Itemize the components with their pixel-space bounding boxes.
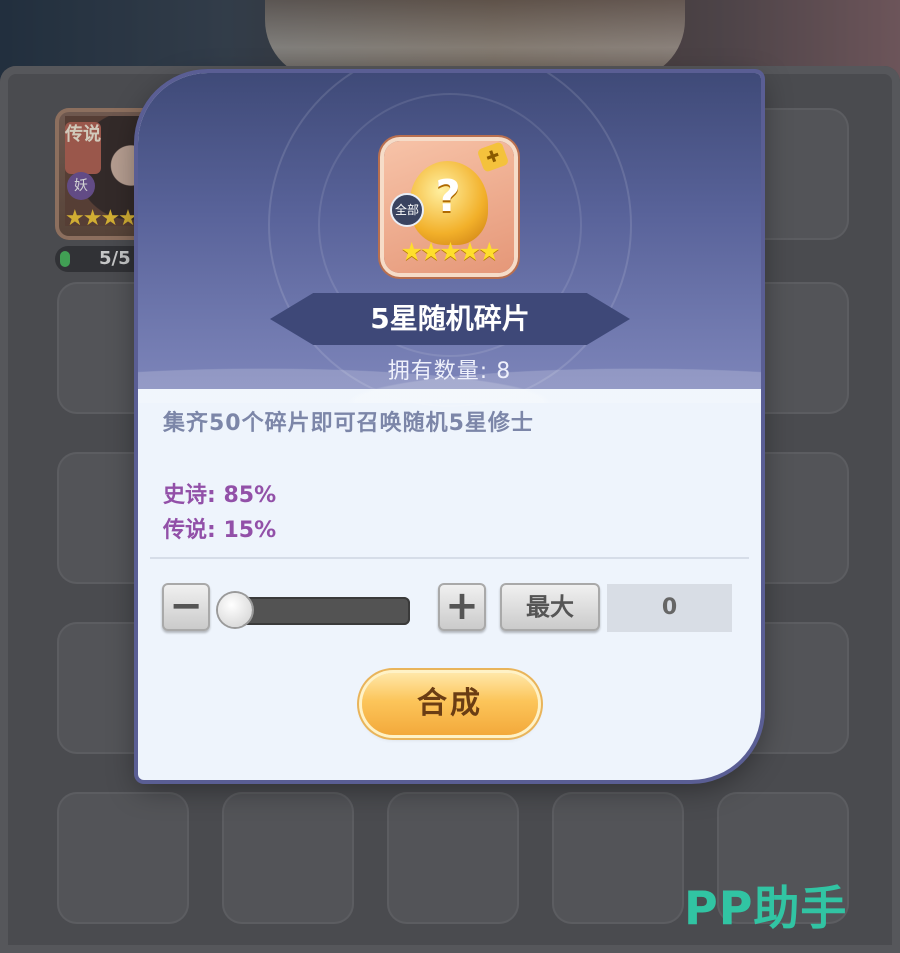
inventory-slot[interactable]	[552, 792, 684, 924]
puzzle-piece-icon: ✚	[476, 141, 510, 173]
quantity-slider-handle[interactable]	[218, 593, 252, 627]
rate-legendary: 传说: 15%	[163, 518, 277, 543]
fragment-item-icon: ? 全部 ✚ ★★★★★	[384, 141, 514, 273]
increase-button[interactable]: +	[438, 583, 486, 631]
item-name: 5星随机碎片	[370, 302, 530, 335]
item-description: 集齐50个碎片即可召唤随机5星修士	[163, 411, 534, 436]
question-mark-icon: ?	[435, 171, 461, 222]
hero-rarity-tag: 传说	[65, 122, 101, 174]
decrease-button[interactable]: −	[162, 583, 210, 631]
inventory-slot[interactable]	[57, 792, 189, 924]
item-stars: ★★★★★	[400, 237, 500, 266]
all-badge: 全部	[390, 193, 424, 227]
owned-count: 拥有数量: 8	[387, 359, 512, 384]
inventory-slot[interactable]	[222, 792, 354, 924]
rate-epic: 史诗: 85%	[163, 483, 277, 508]
compose-button[interactable]: 合成	[362, 673, 538, 735]
max-button[interactable]: 最大	[500, 583, 600, 631]
hero-race-badge: 妖	[67, 172, 95, 200]
hero-progress-text: 5/5	[99, 248, 131, 269]
inventory-slot[interactable]	[387, 792, 519, 924]
divider	[150, 557, 749, 559]
quantity-slider[interactable]	[230, 597, 410, 625]
watermark-logo: PP助手	[684, 881, 848, 935]
quantity-field[interactable]: 0	[607, 584, 732, 632]
item-detail-dialog: ? 全部 ✚ ★★★★★ 5星随机碎片 拥有数量: 8 集齐50个碎片即可召唤随…	[138, 73, 761, 780]
progress-pill-icon	[60, 251, 70, 267]
